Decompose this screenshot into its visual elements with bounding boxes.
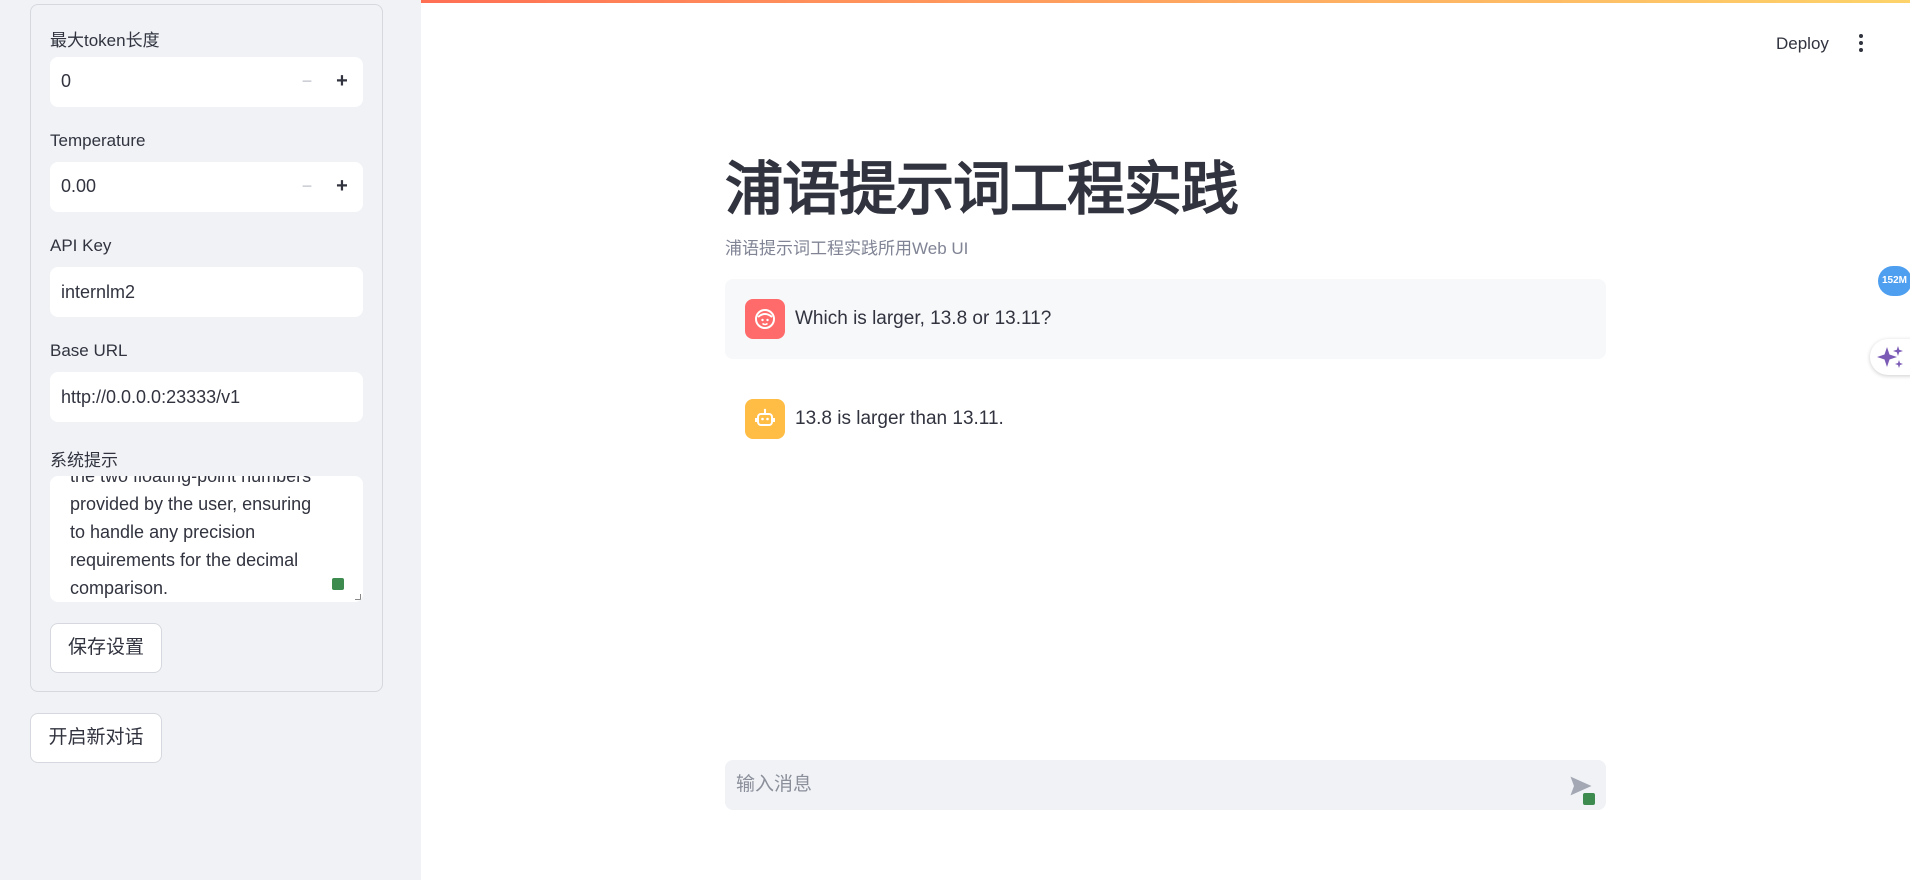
assistant-avatar-icon xyxy=(745,399,785,439)
chat-input-box[interactable] xyxy=(725,760,1606,810)
sparkle-icon xyxy=(1877,346,1903,368)
system-prompt-label: 系统提示 xyxy=(50,451,118,470)
resize-handle-icon[interactable] xyxy=(355,594,361,600)
chat-message-user: Which is larger, 13.8 or 13.11? xyxy=(725,279,1606,359)
chat-input[interactable] xyxy=(736,772,1536,798)
max-token-value[interactable]: 0 xyxy=(61,71,71,92)
main-menu-icon[interactable] xyxy=(1851,34,1871,56)
user-avatar-icon xyxy=(745,299,785,339)
extension-indicator-icon xyxy=(332,578,344,590)
max-token-decrement-button[interactable]: − xyxy=(292,66,322,96)
system-prompt-text[interactable]: the two floating-point numbers provided … xyxy=(70,476,340,602)
api-key-field[interactable]: internlm2 xyxy=(50,267,363,317)
memory-usage-badge[interactable]: 152M xyxy=(1878,266,1910,296)
api-key-value[interactable]: internlm2 xyxy=(61,282,135,303)
assistant-message-text: 13.8 is larger than 13.11. xyxy=(795,408,1004,429)
max-token-input[interactable]: 0 − + xyxy=(50,57,363,107)
api-key-label: API Key xyxy=(50,236,112,255)
temperature-value[interactable]: 0.00 xyxy=(61,176,96,197)
ai-assistant-tab[interactable] xyxy=(1870,339,1910,375)
temperature-decrement-button[interactable]: − xyxy=(292,171,322,201)
system-prompt-textarea[interactable]: the two floating-point numbers provided … xyxy=(50,476,363,602)
chat-message-assistant: 13.8 is larger than 13.11. xyxy=(725,379,1606,459)
sidebar: 最大token长度 0 − + Temperature 0.00 − + API… xyxy=(0,0,421,880)
temperature-label: Temperature xyxy=(50,131,146,150)
base-url-value[interactable]: http://0.0.0.0:23333/v1 xyxy=(61,387,240,408)
extension-indicator-icon xyxy=(1583,793,1595,805)
max-token-increment-button[interactable]: + xyxy=(327,66,357,96)
temperature-input[interactable]: 0.00 − + xyxy=(50,162,363,212)
save-settings-button[interactable]: 保存设置 xyxy=(50,623,162,673)
user-message-text: Which is larger, 13.8 or 13.11? xyxy=(795,308,1052,329)
base-url-field[interactable]: http://0.0.0.0:23333/v1 xyxy=(50,372,363,422)
temperature-increment-button[interactable]: + xyxy=(327,171,357,201)
max-token-label: 最大token长度 xyxy=(50,31,160,50)
page-title: 浦语提示词工程实践 xyxy=(725,157,1239,222)
base-url-label: Base URL xyxy=(50,341,128,360)
deploy-button[interactable]: Deploy xyxy=(1776,34,1829,54)
page-subtitle: 浦语提示词工程实践所用Web UI xyxy=(725,239,969,258)
new-chat-button[interactable]: 开启新对话 xyxy=(30,713,162,763)
